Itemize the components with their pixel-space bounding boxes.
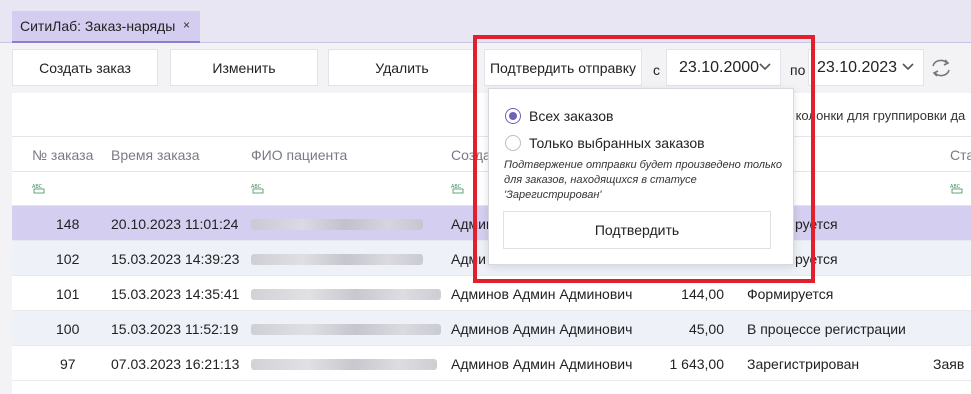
tab-bar: СитиЛаб: Заказ-наряды ×	[0, 0, 971, 43]
order-number: 100	[56, 321, 80, 337]
chevron-down-icon[interactable]	[901, 60, 915, 74]
table-row[interactable]: 101 15.03.2023 14:35:41 Админов Админ Ад…	[12, 276, 971, 311]
date-to-value: 23.10.2023	[817, 58, 898, 76]
patient-name-redacted	[251, 219, 423, 230]
order-creator: Адми	[451, 251, 486, 267]
order-status: В процессе регистрации	[747, 321, 906, 337]
column-header-time[interactable]: Время заказа	[111, 147, 199, 163]
order-creator: Админов Админ Админович	[451, 356, 633, 372]
text-filter-icon[interactable]: ABC	[251, 182, 265, 194]
date-to-label: по	[790, 62, 806, 78]
order-time: 15.03.2023 14:35:41	[111, 286, 240, 302]
confirm-button[interactable]: Подтвердить	[503, 211, 771, 249]
confirm-send-button[interactable]: Подтвердить отправку	[484, 49, 642, 86]
radio-selected-orders[interactable]: Только выбранных заказов	[505, 135, 705, 151]
create-order-button[interactable]: Создать заказ	[12, 49, 158, 86]
column-header-number[interactable]: № заказа	[32, 147, 93, 163]
order-sum: 45,00	[688, 321, 724, 337]
order-number: 101	[56, 286, 80, 302]
order-status: руется	[795, 216, 838, 232]
order-status: Зарегистрирован	[747, 356, 860, 372]
order-number: 102	[56, 251, 80, 267]
tab-orders[interactable]: СитиЛаб: Заказ-наряды ×	[12, 11, 200, 43]
radio-button[interactable]	[505, 108, 521, 124]
order-time: 15.03.2023 11:52:19	[111, 321, 239, 337]
patient-name-redacted	[251, 254, 423, 265]
order-time: 20.10.2023 11:01:24	[111, 216, 239, 232]
order-time: 07.03.2023 16:21:13	[111, 356, 240, 372]
radio-selected-label: Только выбранных заказов	[529, 135, 705, 151]
text-filter-icon[interactable]: ABC	[950, 182, 964, 194]
chevron-down-icon[interactable]	[758, 60, 772, 74]
radio-all-orders[interactable]: Всех заказов	[505, 108, 613, 124]
date-from-value: 23.10.2000	[679, 58, 760, 76]
order-sum: 144,00	[681, 286, 724, 302]
refresh-icon[interactable]	[928, 57, 954, 79]
patient-name-redacted	[251, 324, 441, 335]
table-row[interactable]: 97 07.03.2023 16:21:13 Админов Админ Адм…	[12, 346, 971, 381]
column-header-patient[interactable]: ФИО пациента	[251, 147, 347, 163]
patient-name-redacted	[251, 289, 441, 300]
edit-button[interactable]: Изменить	[170, 49, 318, 86]
order-creator: Админов Админ Админович	[451, 321, 633, 337]
date-to-field[interactable]: 23.10.2023	[808, 49, 924, 86]
order-status: руется	[795, 251, 838, 267]
order-number: 97	[60, 356, 76, 372]
column-header-creator[interactable]: Созда	[451, 147, 491, 163]
popup-note: Подтвержение отправки будет произведено …	[504, 159, 783, 201]
order-creator: Админов Админ Админович	[451, 286, 633, 302]
column-header-status[interactable]: Ста	[950, 147, 971, 163]
text-filter-icon[interactable]: ABC	[32, 182, 46, 194]
date-from-field[interactable]: 23.10.2000	[666, 49, 781, 86]
order-sum: 1 643,00	[669, 356, 725, 372]
order-time: 15.03.2023 14:39:23	[111, 251, 240, 267]
radio-button[interactable]	[505, 135, 521, 151]
confirm-send-popup: Всех заказов Только выбранных заказов По…	[488, 88, 794, 265]
order-number: 148	[56, 216, 80, 232]
order-extra: Заяв	[933, 356, 965, 372]
group-hint: т колонки для группировки да	[786, 108, 966, 123]
patient-name-redacted	[251, 359, 437, 370]
order-status: Формируется	[747, 286, 834, 302]
radio-all-label: Всех заказов	[529, 108, 614, 124]
text-filter-icon[interactable]: ABC	[451, 182, 465, 194]
delete-button[interactable]: Удалить	[328, 49, 476, 86]
close-icon[interactable]: ×	[183, 18, 190, 32]
date-from-label: с	[653, 62, 660, 78]
table-row[interactable]: 100 15.03.2023 11:52:19 Админов Админ Ад…	[12, 311, 971, 346]
toolbar: Создать заказ Изменить Удалить Подтверди…	[0, 43, 971, 93]
tab-title: СитиЛаб: Заказ-наряды	[20, 18, 176, 34]
